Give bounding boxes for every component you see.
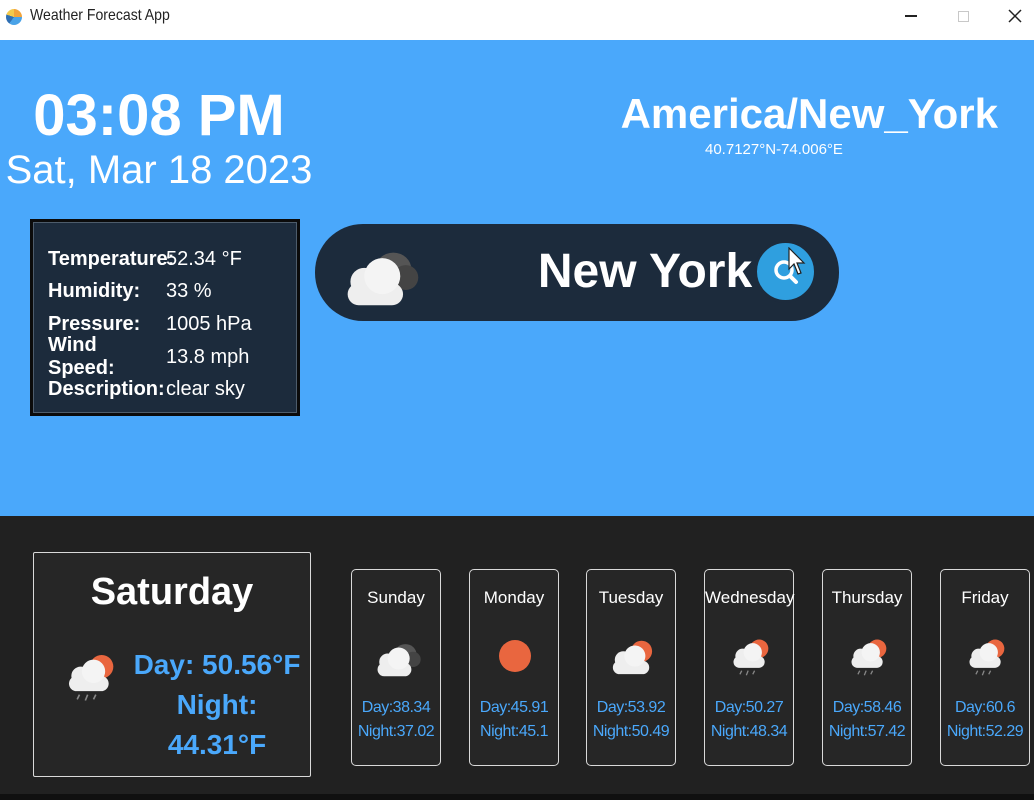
forecast-day-temp: Day:58.46	[832, 699, 902, 716]
sun-cloud-rain-icon	[968, 638, 1005, 676]
forecast-temperatures: Day:50.27 Night:48.34	[705, 696, 793, 744]
forecast-day-name: Tuesday	[598, 588, 664, 607]
pressure-value: 1005 hPa	[166, 312, 252, 335]
sun-icon	[499, 640, 531, 672]
forecast-card-monday: Monday Day:45.91 Night:45.1	[469, 569, 559, 766]
weather-details-box: Temperature: 52.34 °F Humidity: 33 % Pre…	[30, 219, 300, 416]
forecast-day-name: Friday	[961, 588, 1009, 607]
forecast-day-temp: Day:50.27	[714, 699, 784, 716]
forecast-temperatures: Day:38.34 Night:37.02	[352, 696, 440, 744]
today-night-temp: Night: 44.31°F	[167, 689, 267, 760]
sun-cloud-icon	[612, 640, 653, 675]
forecast-day-temp: Day:45.91	[479, 699, 549, 716]
forecast-day-name: Monday	[483, 588, 545, 607]
sun-cloud-rain-icon	[68, 654, 115, 702]
forecast-temperatures: Day:53.92 Night:50.49	[587, 696, 675, 744]
forecast-temperatures: Day:45.91 Night:45.1	[470, 696, 558, 744]
forecast-panel: Saturday Day: 50.56°F Night: 44.31°F Sun…	[0, 516, 1034, 794]
minimize-icon	[905, 15, 917, 17]
forecast-night-temp: Night:48.34	[710, 723, 788, 740]
forecast-night-temp: Night:45.1	[480, 723, 548, 740]
weather-details-inner: Temperature: 52.34 °F Humidity: 33 % Pre…	[33, 222, 297, 413]
pressure-label: Pressure:	[48, 312, 141, 335]
forecast-temperatures: Day:60.6 Night:52.29	[941, 696, 1029, 744]
current-time: 03:08 PM	[33, 83, 285, 148]
description-row: Description: clear sky	[48, 373, 296, 406]
forecast-day-temp: Day:60.6	[954, 699, 1016, 716]
wind-speed-value: 13.8 mph	[166, 345, 250, 368]
description-value: clear sky	[166, 378, 245, 401]
coordinates-label: 40.7127°N-74.006°E	[705, 141, 843, 158]
wind-speed-row: Wind Speed: 13.8 mph	[48, 334, 296, 379]
forecast-night-temp: Night:52.29	[946, 723, 1024, 740]
today-day-name: Saturday	[90, 571, 254, 613]
forecast-card-thursday: Thursday Day:58.46 Night:57.42	[822, 569, 912, 766]
description-label: Description:	[48, 378, 165, 401]
maximize-button[interactable]	[940, 0, 986, 32]
forecast-card-friday: Friday Day:60.6 Night:52.29	[940, 569, 1030, 766]
maximize-icon	[957, 10, 969, 22]
main-panel: 03:08 PM Sat, Mar 18 2023 America/New_Yo…	[0, 40, 1034, 516]
mouse-cursor-icon	[788, 247, 806, 275]
cloud-icon	[377, 644, 421, 677]
forecast-card-wednesday: Wednesday Day:50.27 Night:48.34	[704, 569, 794, 766]
today-day-temp: Day: 50.56°F	[133, 649, 301, 680]
sun-cloud-rain-icon	[732, 638, 769, 676]
today-temperatures: Day: 50.56°F Night: 44.31°F	[132, 645, 302, 765]
forecast-night-temp: Night:57.42	[828, 723, 906, 740]
window-title: Weather Forecast App	[30, 7, 170, 24]
minimize-button[interactable]	[888, 0, 934, 32]
timezone-label: America/New_York	[620, 90, 998, 137]
window-titlebar: Weather Forecast App	[0, 0, 1034, 38]
current-date: Sat, Mar 18 2023	[5, 148, 313, 192]
search-button[interactable]	[754, 240, 817, 303]
forecast-night-temp: Night:50.49	[592, 723, 670, 740]
forecast-temperatures: Day:58.46 Night:57.42	[823, 696, 911, 744]
forecast-card-tuesday: Tuesday Day:53.92 Night:50.49	[586, 569, 676, 766]
humidity-value: 33 %	[166, 280, 212, 303]
humidity-row: Humidity: 33 %	[48, 276, 296, 309]
forecast-day-temp: Day:53.92	[596, 699, 666, 716]
humidity-label: Humidity:	[48, 280, 141, 303]
sun-cloud-rain-icon	[850, 638, 887, 676]
forecast-day-temp: Day:38.34	[361, 699, 431, 716]
search-bar	[315, 224, 839, 321]
forecast-card-sunday: Sunday Day:38.34 Night:37.02	[351, 569, 441, 766]
cloud-icon	[347, 252, 419, 306]
forecast-day-name: Wednesday	[705, 588, 795, 607]
forecast-night-temp: Night:37.02	[357, 723, 435, 740]
window-bottom-edge	[0, 794, 1034, 800]
temperature-label: Temperature:	[48, 247, 175, 270]
close-button[interactable]	[992, 0, 1034, 32]
temperature-value: 52.34 °F	[166, 247, 242, 270]
wind-speed-label: Wind Speed:	[48, 334, 115, 380]
forecast-day-name: Sunday	[367, 588, 425, 607]
temperature-row: Temperature: 52.34 °F	[48, 243, 296, 276]
today-forecast-card: Saturday Day: 50.56°F Night: 44.31°F	[33, 552, 311, 777]
forecast-day-name: Thursday	[831, 588, 903, 607]
app-logo-icon	[6, 9, 22, 25]
close-icon	[1008, 9, 1022, 23]
